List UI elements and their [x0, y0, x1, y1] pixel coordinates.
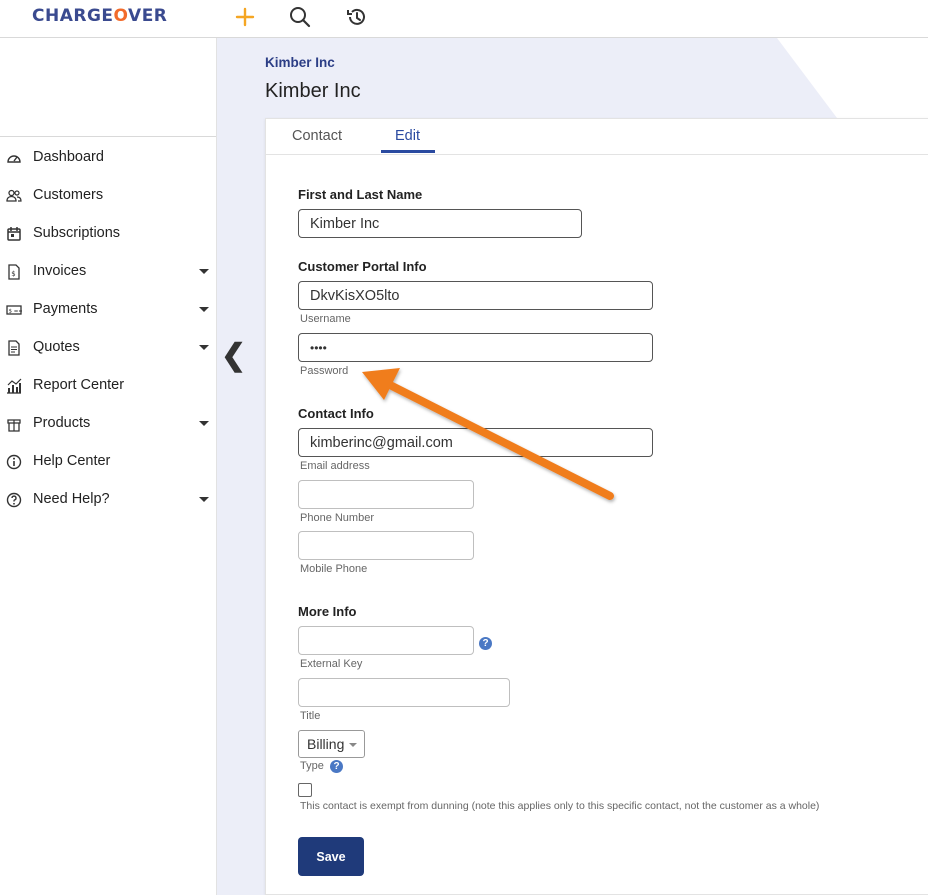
type-select-value: Billing [307, 736, 345, 752]
email-label: Email address [300, 460, 370, 472]
svg-text:$ ==: $ == [9, 309, 23, 315]
tab-bar: Contact Edit [266, 119, 928, 155]
sidebar-item-report-center[interactable]: Report Center [0, 371, 216, 401]
sidebar-item-label: Products [33, 415, 91, 431]
search-icon[interactable] [287, 4, 313, 30]
sidebar-item-payments[interactable]: $ == Payments [0, 295, 216, 325]
sidebar-item-label: Report Center [33, 377, 125, 393]
sidebar-item-dashboard[interactable]: Dashboard [0, 143, 216, 173]
logo-text-prefix: CHARGE [32, 6, 114, 26]
dashboard-icon [7, 155, 21, 163]
document-icon [8, 340, 20, 356]
sidebar-item-label: Subscriptions [33, 225, 121, 241]
collapse-sidebar-icon[interactable]: ❮ [221, 338, 246, 373]
sidebar-item-label: Dashboard [33, 149, 104, 165]
phone-label: Phone Number [300, 512, 374, 524]
external-key-field[interactable] [298, 626, 474, 655]
username-label: Username [300, 313, 351, 325]
add-icon[interactable] [232, 4, 258, 30]
sidebar-item-label: Payments [33, 301, 98, 317]
mobile-phone-label: Mobile Phone [300, 563, 368, 575]
question-icon [6, 492, 22, 508]
save-button[interactable]: Save [298, 837, 364, 876]
dunning-exempt-checkbox[interactable] [298, 783, 312, 797]
sidebar-item-label: Quotes [33, 339, 80, 355]
more-info-section-heading: More Info [298, 604, 357, 619]
sidebar-item-label: Help Center [33, 453, 111, 469]
chevron-down-icon[interactable] [199, 307, 209, 312]
title-field[interactable] [298, 678, 510, 707]
type-select[interactable]: Billing [298, 730, 365, 758]
sidebar-item-subscriptions[interactable]: Subscriptions [0, 219, 216, 249]
name-section-heading: First and Last Name [298, 187, 423, 202]
chevron-down-icon[interactable] [199, 497, 209, 502]
username-field[interactable]: DkvKisXO5lto [298, 281, 653, 310]
chevron-down-icon[interactable] [199, 421, 209, 426]
sidebar-divider [0, 136, 216, 137]
info-icon [6, 454, 22, 470]
sidebar-item-label: Customers [33, 187, 104, 203]
sidebar-item-invoices[interactable]: $ Invoices [0, 257, 216, 287]
customers-icon [6, 189, 22, 202]
password-field[interactable]: •••• [298, 333, 653, 362]
chevron-down-icon[interactable] [199, 269, 209, 274]
svg-text:$: $ [11, 270, 15, 278]
password-label: Password [300, 365, 349, 377]
type-label: Type [300, 760, 324, 772]
sidebar-item-customers[interactable]: Customers [0, 181, 216, 211]
active-tab-indicator [381, 150, 435, 153]
sidebar-item-need-help[interactable]: Need Help? [0, 485, 216, 515]
mobile-phone-field[interactable] [298, 531, 474, 560]
calendar-icon [7, 227, 21, 241]
sidebar: Dashboard Customers Subscriptions $ Invo… [0, 38, 217, 895]
sidebar-item-quotes[interactable]: Quotes [0, 333, 216, 363]
chargeover-logo[interactable]: CHARGEOVER [32, 6, 167, 26]
help-icon[interactable]: ? [479, 637, 492, 650]
title-label: Title [300, 710, 321, 722]
chevron-down-icon[interactable] [199, 345, 209, 350]
sidebar-item-help-center[interactable]: Help Center [0, 447, 216, 477]
chart-icon [7, 378, 22, 394]
external-key-label: External Key [300, 658, 363, 670]
tab-contact[interactable]: Contact [292, 128, 342, 144]
email-field[interactable]: kimberinc@gmail.com [298, 428, 653, 457]
portal-section-heading: Customer Portal Info [298, 259, 427, 274]
phone-field[interactable] [298, 480, 474, 509]
chevron-down-icon [349, 743, 357, 747]
help-icon[interactable]: ? [330, 760, 343, 773]
logo-text-suffix: VER [128, 6, 168, 26]
payment-icon: $ == [6, 305, 23, 315]
sidebar-item-label: Invoices [33, 263, 87, 279]
history-icon[interactable] [344, 4, 370, 30]
dunning-exempt-label: This contact is exempt from dunning (not… [300, 800, 820, 812]
sidebar-item-products[interactable]: Products [0, 409, 216, 439]
contact-section-heading: Contact Info [298, 406, 374, 421]
box-icon [7, 419, 21, 432]
tab-edit[interactable]: Edit [395, 128, 420, 144]
top-bar: CHARGEOVER [0, 0, 928, 38]
breadcrumb[interactable]: Kimber Inc [265, 55, 335, 70]
invoice-icon: $ [8, 264, 20, 280]
sidebar-item-label: Need Help? [33, 491, 110, 507]
name-field[interactable]: Kimber Inc [298, 209, 582, 238]
page-title: Kimber Inc [265, 80, 361, 102]
logo-text-o: O [113, 6, 129, 26]
